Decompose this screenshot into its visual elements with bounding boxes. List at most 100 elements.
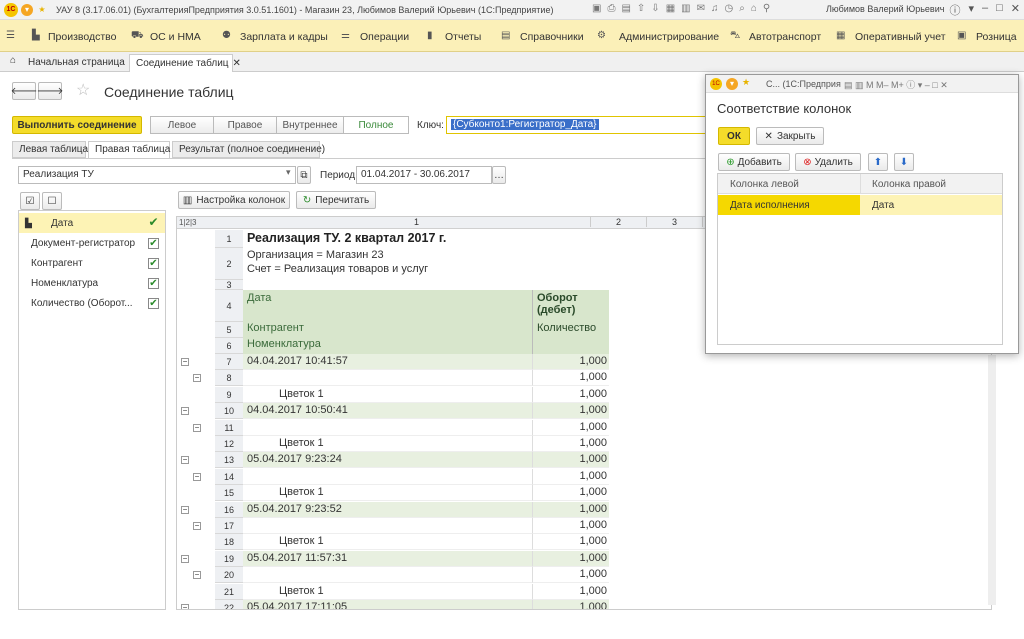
- move-down-button[interactable]: ⬇: [894, 153, 914, 171]
- row-item[interactable]: Цветок 1: [243, 387, 533, 403]
- tab-left-table[interactable]: Левая таблица: [12, 141, 88, 158]
- menu-production[interactable]: Производство: [48, 31, 116, 43]
- tab-right-table[interactable]: Правая таблица: [88, 141, 170, 158]
- add-button[interactable]: ⊕ Добавить: [718, 153, 790, 171]
- row-value[interactable]: 1,000: [533, 502, 609, 518]
- menu-transport[interactable]: Автотранспорт: [749, 31, 821, 43]
- join-left-button[interactable]: Левое: [150, 116, 214, 134]
- row-item[interactable]: Цветок 1: [243, 584, 533, 600]
- report-select[interactable]: Реализация ТУ: [18, 166, 296, 184]
- attach-icon[interactable]: ▤: [621, 3, 630, 14]
- col-header-2[interactable]: 2: [591, 217, 647, 227]
- checkbox[interactable]: ✔: [148, 297, 159, 309]
- col-left-header[interactable]: Колонка левой: [730, 179, 799, 190]
- join-inner-button[interactable]: Внутреннее: [276, 116, 344, 134]
- row-value[interactable]: 1,000: [533, 567, 609, 583]
- collapse-toggle[interactable]: −: [181, 555, 189, 563]
- scrollbar[interactable]: [988, 355, 996, 605]
- join-full-button[interactable]: Полное: [343, 116, 409, 134]
- tab-result[interactable]: Результат (полное соединение): [172, 141, 325, 158]
- menu-catalogs[interactable]: Справочники: [520, 31, 584, 43]
- uncheck-all-icon[interactable]: ☐: [42, 192, 62, 210]
- row-value[interactable]: 1,000: [533, 469, 609, 485]
- tools-icon[interactable]: ⚲: [763, 3, 770, 14]
- check-all-icon[interactable]: ☑: [20, 192, 40, 210]
- row-date[interactable]: 05.04.2017 9:23:24: [243, 452, 533, 468]
- mail-icon[interactable]: ✉: [697, 3, 705, 14]
- favorite-star-icon[interactable]: ☆: [76, 80, 90, 100]
- close-dialog-button[interactable]: ✕ Закрыть: [756, 127, 824, 145]
- row-blank[interactable]: [243, 518, 533, 534]
- collapse-toggle[interactable]: −: [181, 456, 189, 464]
- checkbox[interactable]: ✔: [148, 277, 159, 289]
- row-value[interactable]: 1,000: [533, 387, 609, 403]
- period-field[interactable]: 01.04.2017 - 30.06.2017: [356, 166, 492, 184]
- col-right-header[interactable]: Колонка правой: [872, 179, 946, 190]
- row-value[interactable]: 1,000: [533, 600, 609, 609]
- execute-join-button[interactable]: Выполнить соединение: [12, 116, 142, 134]
- collapse-toggle[interactable]: −: [181, 358, 189, 366]
- row-value[interactable]: 1,000: [533, 551, 609, 567]
- ok-button[interactable]: ОК: [718, 127, 750, 145]
- home-icon[interactable]: ⌂: [10, 55, 16, 66]
- join-right-button[interactable]: Правое: [213, 116, 277, 134]
- toolbar-icons[interactable]: ▤ ▥ M M– M+ ⓘ ▾ – □ ✕: [844, 78, 948, 91]
- row-date[interactable]: 04.04.2017 10:41:57: [243, 354, 533, 370]
- row-blank[interactable]: [243, 370, 533, 386]
- tab-home[interactable]: Начальная страница: [22, 54, 131, 72]
- menu-icon[interactable]: ▾: [21, 3, 33, 16]
- row-value[interactable]: 1,000: [533, 354, 609, 370]
- field-item-quantity[interactable]: Количество (Оборот... ✔: [19, 293, 165, 313]
- home-icon[interactable]: ⌂: [751, 3, 757, 14]
- tab-join-tables[interactable]: Соединение таблиц ✕: [129, 54, 241, 72]
- dropdown-icon[interactable]: ▾: [286, 167, 291, 178]
- save-icon[interactable]: ▣: [592, 3, 601, 14]
- row-value[interactable]: 1,000: [533, 420, 609, 436]
- menu-salary[interactable]: Зарплата и кадры: [240, 31, 328, 43]
- arrow-down-icon[interactable]: ⇩: [651, 3, 659, 14]
- row-value[interactable]: 1,000: [533, 584, 609, 600]
- maximize-icon[interactable]: □: [996, 2, 1003, 18]
- collapse-toggle[interactable]: −: [193, 473, 201, 481]
- forward-button[interactable]: 🡒: [37, 82, 63, 100]
- row-value[interactable]: 1,000: [533, 534, 609, 550]
- key-field[interactable]: {Субконто1:Регистратор_Дата}: [446, 116, 706, 134]
- delete-button[interactable]: ⊗ Удалить: [795, 153, 861, 171]
- row-value[interactable]: 1,000: [533, 436, 609, 452]
- back-button[interactable]: 🡐: [11, 82, 37, 100]
- star-icon[interactable]: ★: [36, 4, 48, 16]
- row-date[interactable]: 04.04.2017 10:50:41: [243, 403, 533, 419]
- minimize-icon[interactable]: –: [982, 2, 988, 18]
- row-value[interactable]: 1,000: [533, 403, 609, 419]
- collapse-toggle[interactable]: −: [181, 407, 189, 415]
- bell-icon[interactable]: ♫: [711, 3, 719, 14]
- row-value[interactable]: 1,000: [533, 485, 609, 501]
- menu-reports[interactable]: Отчеты: [445, 31, 481, 43]
- collapse-toggle[interactable]: −: [193, 522, 201, 530]
- col-header-1[interactable]: 1: [243, 217, 591, 227]
- user-name[interactable]: Любимов Валерий Юрьевич: [826, 4, 944, 14]
- hamburger-icon[interactable]: ☰: [6, 30, 15, 41]
- row-item[interactable]: Цветок 1: [243, 534, 533, 550]
- column-settings-button[interactable]: ▥ Настройка колонок: [178, 191, 290, 209]
- row-blank[interactable]: [243, 420, 533, 436]
- menu-operations[interactable]: Операции: [360, 31, 409, 43]
- field-item-nomenclature[interactable]: Номенклатура ✔: [19, 273, 165, 293]
- close-icon[interactable]: ✕: [1011, 2, 1020, 18]
- menu-operational[interactable]: Оперативный учет: [855, 31, 946, 43]
- search-icon[interactable]: ⌕: [739, 3, 745, 14]
- menu-retail[interactable]: Розница: [976, 31, 1017, 43]
- settings-icon[interactable]: ▾: [968, 2, 974, 18]
- row-value[interactable]: 1,000: [533, 370, 609, 386]
- field-item-registrator[interactable]: Документ-регистратор ✔: [19, 233, 165, 253]
- row-value[interactable]: 1,000: [533, 452, 609, 468]
- collapse-toggle[interactable]: −: [193, 374, 201, 382]
- row-date[interactable]: 05.04.2017 11:57:31: [243, 551, 533, 567]
- checkbox[interactable]: ✔: [148, 237, 159, 249]
- star-icon[interactable]: ★: [742, 77, 750, 88]
- info-icon[interactable]: ⓘ: [949, 2, 960, 18]
- field-item-date[interactable]: ▙ Дата ✔: [19, 213, 165, 233]
- collapse-toggle[interactable]: −: [193, 424, 201, 432]
- menu-fixed-assets[interactable]: ОС и НМА: [150, 31, 201, 43]
- check-icon[interactable]: ✔: [148, 216, 159, 229]
